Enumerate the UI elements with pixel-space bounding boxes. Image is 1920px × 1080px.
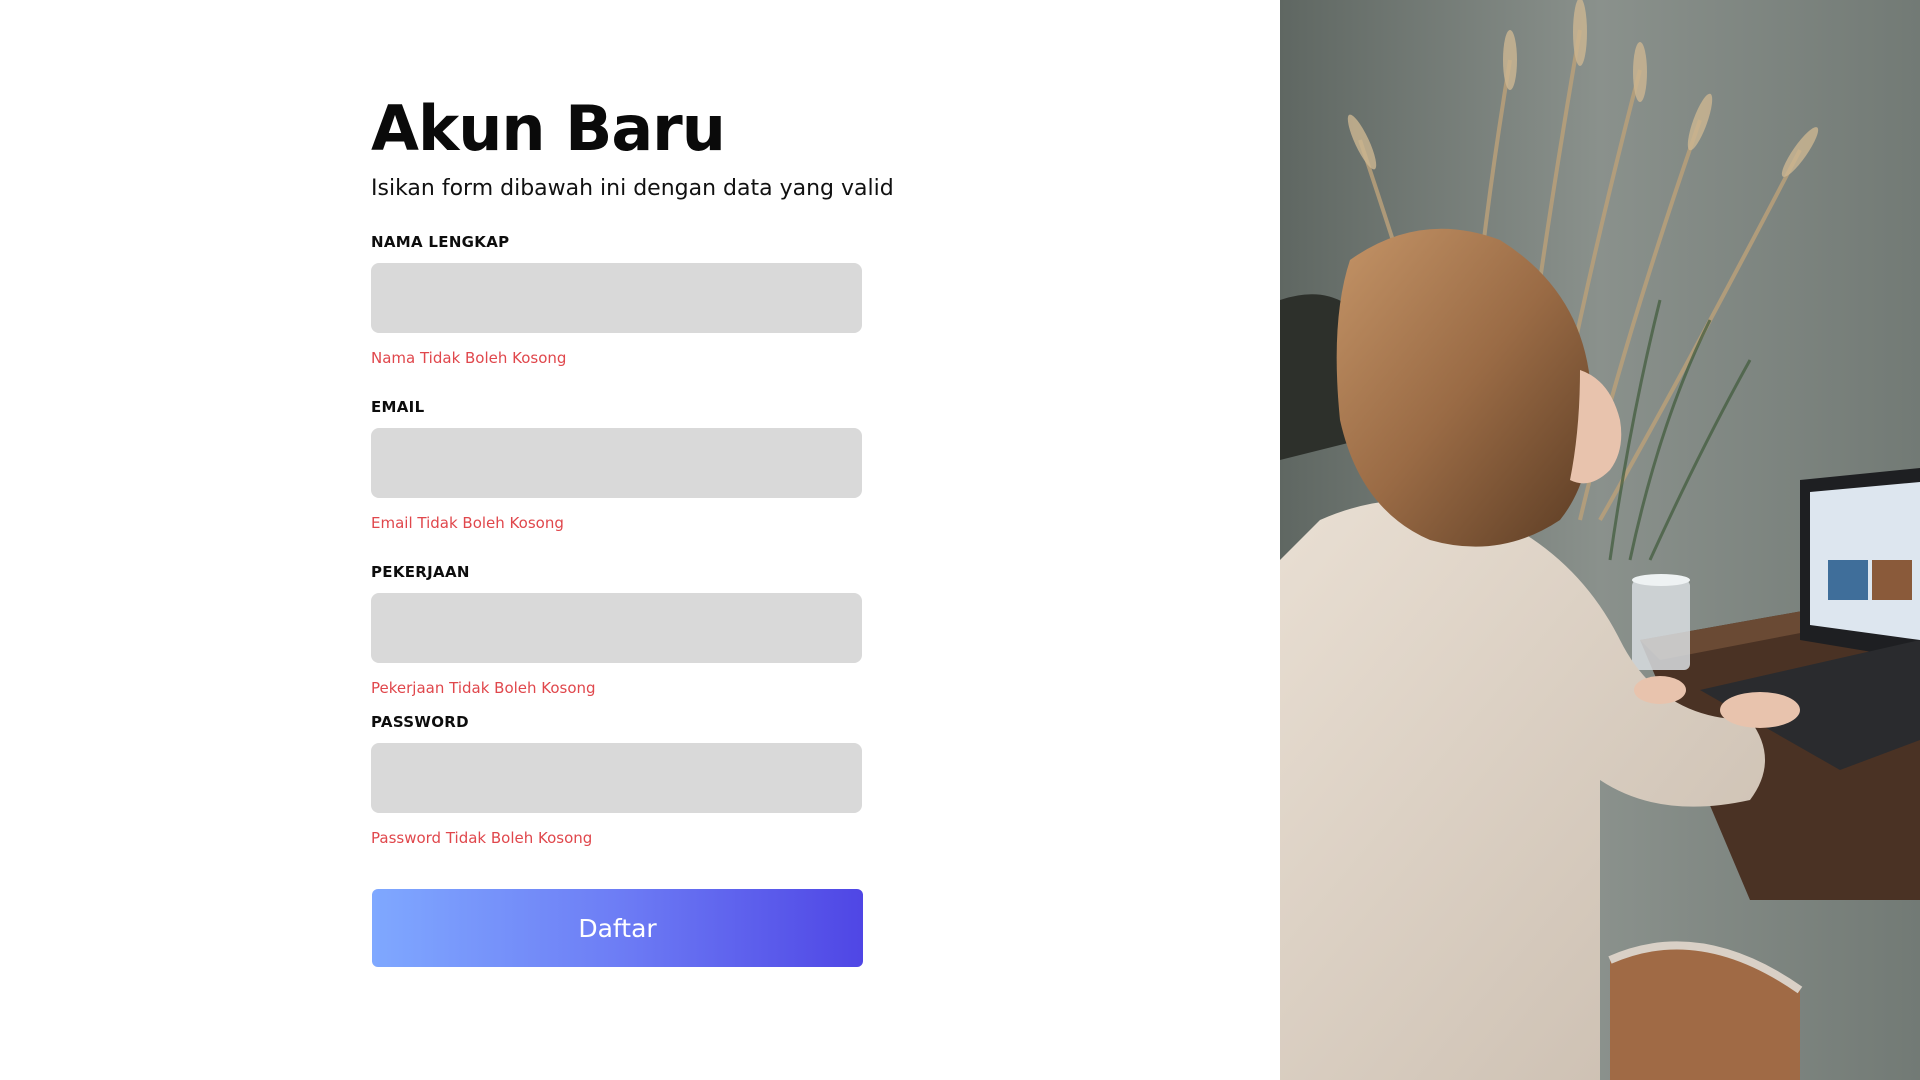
woman-at-laptop-photo bbox=[1280, 0, 1920, 1080]
register-page: Akun Baru Isikan form dibawah ini dengan… bbox=[0, 0, 1920, 1080]
occupation-label: PEKERJAAN bbox=[371, 563, 470, 581]
photo-illustration bbox=[1280, 0, 1920, 1080]
email-label: EMAIL bbox=[371, 398, 425, 416]
full-name-label: NAMA LENGKAP bbox=[371, 233, 510, 251]
password-error: Password Tidak Boleh Kosong bbox=[371, 829, 593, 847]
email-error: Email Tidak Boleh Kosong bbox=[371, 514, 564, 532]
register-form: Akun Baru Isikan form dibawah ini dengan… bbox=[371, 0, 1071, 1080]
page-subtitle: Isikan form dibawah ini dengan data yang… bbox=[371, 176, 894, 201]
password-label: PASSWORD bbox=[371, 713, 469, 731]
occupation-error: Pekerjaan Tidak Boleh Kosong bbox=[371, 679, 596, 697]
occupation-input[interactable] bbox=[371, 593, 862, 663]
password-input[interactable] bbox=[371, 743, 862, 813]
register-button[interactable]: Daftar bbox=[372, 889, 863, 967]
full-name-error: Nama Tidak Boleh Kosong bbox=[371, 349, 567, 367]
full-name-input[interactable] bbox=[371, 263, 862, 333]
email-input[interactable] bbox=[371, 428, 862, 498]
page-title: Akun Baru bbox=[371, 92, 726, 165]
